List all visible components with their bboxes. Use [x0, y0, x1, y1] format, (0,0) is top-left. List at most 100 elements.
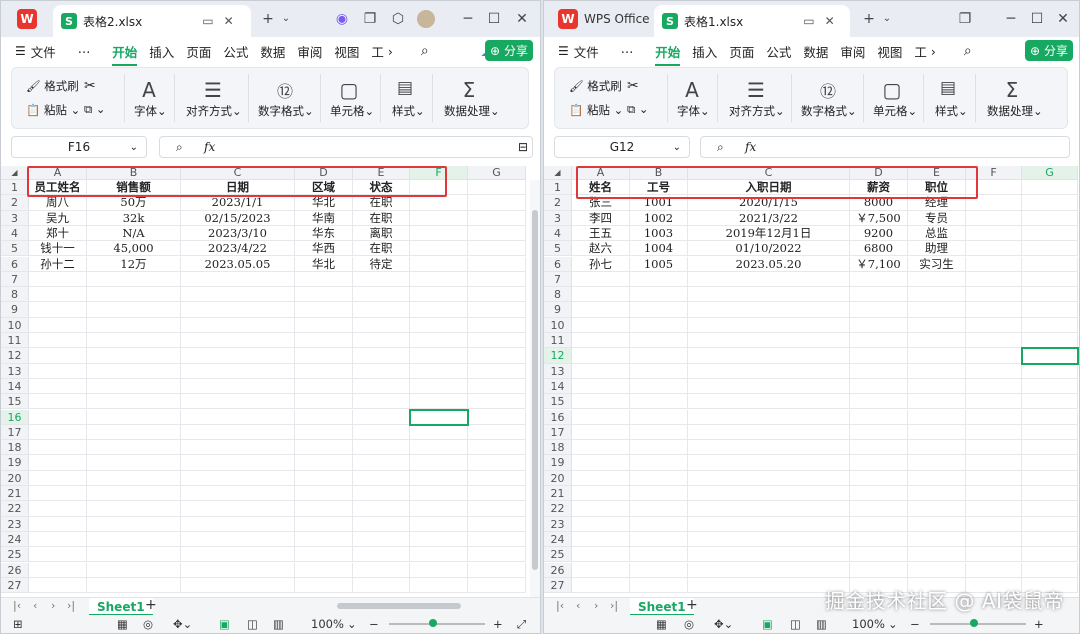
table-cell[interactable]: [353, 486, 410, 502]
table-view-icon[interactable]: ▦: [656, 617, 667, 631]
table-cell[interactable]: [1022, 287, 1078, 303]
table-cell[interactable]: 钱十一: [29, 241, 87, 257]
row-header-11[interactable]: 11: [544, 333, 572, 349]
table-cell[interactable]: 在职: [353, 241, 410, 257]
table-cell[interactable]: [468, 501, 526, 517]
menu-review[interactable]: 审阅: [297, 42, 322, 61]
table-cell[interactable]: [410, 501, 468, 517]
table-cell[interactable]: [850, 348, 908, 364]
table-cell[interactable]: [468, 271, 526, 288]
table-cell[interactable]: [87, 363, 181, 379]
menu-more[interactable]: ⋯: [78, 44, 91, 59]
table-cell[interactable]: [87, 577, 181, 594]
table-cell[interactable]: [850, 486, 908, 502]
table-cell[interactable]: [688, 271, 850, 288]
table-cell[interactable]: [410, 577, 468, 594]
zoom-out-icon[interactable]: −: [369, 617, 379, 631]
table-cell[interactable]: [688, 409, 850, 425]
table-cell[interactable]: [850, 531, 908, 548]
table-cell[interactable]: [410, 547, 468, 563]
chevron-down-icon[interactable]: ⌄: [878, 10, 896, 28]
row-header-18[interactable]: 18: [1, 440, 29, 456]
row-header-26[interactable]: 26: [1, 562, 29, 578]
table-cell[interactable]: [630, 378, 688, 395]
number-format-icon[interactable]: ⑫: [813, 78, 843, 102]
table-cell[interactable]: [468, 287, 526, 303]
app-name[interactable]: WPS Office: [584, 12, 650, 26]
table-cell[interactable]: [966, 287, 1022, 303]
table-cell[interactable]: [572, 486, 630, 502]
table-cell[interactable]: [29, 409, 87, 425]
table-cell[interactable]: N/A: [87, 225, 181, 242]
table-cell[interactable]: 1004: [630, 241, 688, 257]
table-cell[interactable]: [850, 547, 908, 563]
table-cell[interactable]: [966, 333, 1022, 349]
table-cell[interactable]: [1022, 547, 1078, 563]
table-cell[interactable]: [353, 440, 410, 456]
table-cell[interactable]: [295, 287, 353, 303]
table-cell[interactable]: [850, 394, 908, 410]
table-cell[interactable]: [688, 363, 850, 379]
table-cell[interactable]: [181, 531, 295, 548]
table-cell[interactable]: [468, 348, 526, 364]
menu-tools[interactable]: 工: [914, 42, 927, 61]
table-cell[interactable]: [29, 317, 87, 333]
table-cell[interactable]: [850, 378, 908, 395]
table-cell[interactable]: [295, 333, 353, 349]
table-cell[interactable]: [295, 409, 353, 425]
table-cell[interactable]: [688, 348, 850, 364]
table-cell[interactable]: [850, 501, 908, 517]
table-cell[interactable]: [87, 455, 181, 471]
horizontal-scroll-thumb[interactable]: [337, 603, 461, 609]
table-cell[interactable]: [87, 547, 181, 563]
table-cell[interactable]: 华南: [295, 210, 353, 226]
table-cell[interactable]: [295, 394, 353, 410]
style-icon[interactable]: ▤: [390, 78, 420, 98]
menu-data[interactable]: 数据: [803, 42, 828, 61]
table-cell[interactable]: [181, 271, 295, 288]
table-cell[interactable]: [630, 271, 688, 288]
table-cell[interactable]: [295, 271, 353, 288]
table-cell[interactable]: [630, 516, 688, 532]
table-cell[interactable]: [295, 424, 353, 441]
table-cell[interactable]: [630, 302, 688, 318]
table-cell[interactable]: [468, 317, 526, 333]
font-icon[interactable]: A: [134, 78, 164, 102]
new-tab-icon[interactable]: +: [860, 10, 878, 28]
table-cell[interactable]: [353, 333, 410, 349]
prev-sheet-icon[interactable]: ‹: [33, 599, 37, 612]
table-cell[interactable]: [87, 348, 181, 364]
table-cell[interactable]: [29, 424, 87, 441]
table-cell[interactable]: [468, 486, 526, 502]
table-cell[interactable]: [353, 271, 410, 288]
first-sheet-icon[interactable]: |‹: [13, 599, 21, 612]
table-cell[interactable]: [1022, 195, 1078, 211]
table-cell[interactable]: [1022, 424, 1078, 441]
table-cell[interactable]: [850, 440, 908, 456]
table-cell[interactable]: [630, 317, 688, 333]
table-cell[interactable]: [410, 317, 468, 333]
table-cell[interactable]: [850, 409, 908, 425]
table-cell[interactable]: [410, 424, 468, 441]
column-header-g[interactable]: G: [468, 166, 526, 180]
normal-view-icon[interactable]: ▣: [219, 617, 230, 631]
table-cell[interactable]: [410, 210, 468, 226]
table-cell[interactable]: 1005: [630, 256, 688, 272]
align-button[interactable]: 对齐方式⌄: [186, 103, 242, 119]
table-cell[interactable]: [353, 317, 410, 333]
font-icon[interactable]: A: [677, 78, 707, 102]
table-cell[interactable]: [850, 363, 908, 379]
table-cell[interactable]: [1022, 363, 1078, 379]
row-header-13[interactable]: 13: [544, 363, 572, 379]
menu-home[interactable]: 开始: [112, 42, 138, 66]
zoom-level[interactable]: 100%: [852, 617, 885, 631]
table-cell[interactable]: [908, 271, 966, 288]
spreadsheet-grid[interactable]: ◢ A B C D E F G 1 员工姓名 销售额 日期 区域 状态 2 周八 50万 2023/1/1 华北 在职…: [1, 166, 540, 597]
table-cell[interactable]: [353, 287, 410, 303]
table-cell[interactable]: [295, 501, 353, 517]
table-cell[interactable]: [410, 363, 468, 379]
table-cell[interactable]: [1022, 394, 1078, 410]
status-grid-icon[interactable]: ⊞: [13, 617, 23, 631]
row-header-20[interactable]: 20: [544, 470, 572, 486]
table-cell[interactable]: [966, 241, 1022, 257]
